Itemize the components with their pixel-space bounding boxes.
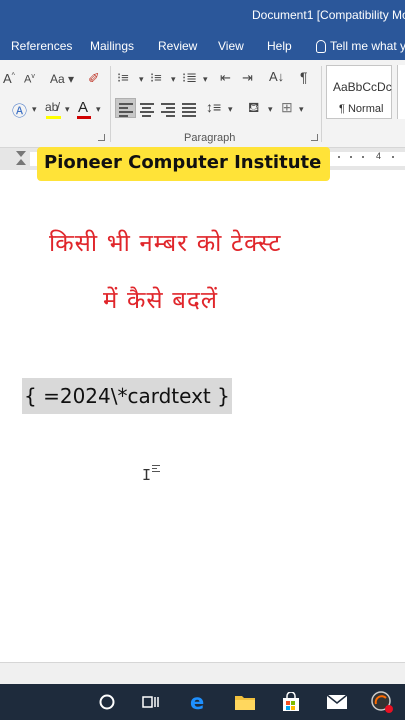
decrease-indent-icon[interactable]: ⇤: [220, 70, 231, 86]
tab-review[interactable]: Review: [158, 39, 197, 53]
ruler-tick: [350, 156, 352, 158]
text-effects-icon[interactable]: Ⓐ: [12, 100, 27, 121]
bullets-icon[interactable]: ⁝≡: [117, 70, 129, 86]
style-normal-tile[interactable]: AaBbCcDc ¶ Normal: [326, 65, 392, 119]
align-right-icon[interactable]: [161, 103, 175, 119]
highlight-color-bar: [46, 116, 61, 119]
indent-marker-icon[interactable]: [16, 151, 26, 167]
bullets-dropdown-icon[interactable]: ▾: [139, 74, 144, 85]
shrink-font-button[interactable]: Av: [24, 73, 35, 86]
tab-help[interactable]: Help: [267, 39, 292, 53]
tab-mailings[interactable]: Mailings: [90, 39, 134, 53]
ribbon-separator: [110, 66, 111, 142]
field-code[interactable]: { =2024\*cardtext }: [22, 378, 232, 414]
window-title: Document1 [Compatibility Mode]: [252, 8, 405, 22]
text-cursor-icon: I: [142, 466, 152, 484]
ruler-tick: [362, 156, 364, 158]
shading-icon[interactable]: ⛾: [248, 99, 259, 118]
paragraph-group-label: Paragraph: [184, 132, 236, 144]
change-case-label: Aa: [50, 72, 65, 86]
click-and-type-icon: [152, 465, 160, 474]
store-icon[interactable]: [279, 690, 303, 714]
cortana-icon[interactable]: [95, 690, 119, 714]
align-left-active-icon[interactable]: [119, 103, 133, 119]
file-explorer-icon[interactable]: [233, 690, 257, 714]
change-case-button[interactable]: Aa ▾: [50, 72, 74, 86]
tab-references[interactable]: References: [11, 39, 72, 53]
banner-text: Pioneer Computer Institute: [44, 152, 322, 173]
grow-font-label: A: [3, 71, 12, 86]
numbering-dropdown-icon[interactable]: ▾: [171, 74, 176, 85]
style-name: ¶ Normal: [339, 103, 384, 115]
numbering-icon[interactable]: ⁝≡: [150, 70, 162, 86]
tell-me-search[interactable]: Tell me what you want to do: [316, 39, 405, 53]
tab-view[interactable]: View: [218, 39, 244, 53]
font-dialog-launcher-icon[interactable]: [98, 134, 105, 141]
styles-gallery-more[interactable]: [397, 65, 405, 119]
ruler-tick: [338, 156, 340, 158]
align-center-icon[interactable]: [140, 103, 154, 119]
clear-formatting-icon[interactable]: ✐: [88, 70, 100, 87]
mail-icon[interactable]: [325, 690, 349, 714]
line-spacing-icon[interactable]: ↕≡: [206, 99, 221, 115]
line-spacing-dropdown-icon[interactable]: ▾: [228, 104, 233, 115]
shading-dropdown-icon[interactable]: ▾: [268, 104, 273, 115]
style-preview-text: AaBbCcDc: [333, 80, 392, 94]
paragraph-dialog-launcher-icon[interactable]: [311, 134, 318, 141]
tell-me-label: Tell me what you want to do: [330, 39, 405, 53]
status-bar: [0, 662, 405, 684]
increase-indent-icon[interactable]: ⇥: [242, 70, 253, 86]
multilevel-dropdown-icon[interactable]: ▾: [203, 74, 208, 85]
highlight-icon[interactable]: ab̸: [45, 100, 58, 114]
font-color-bar: [77, 116, 91, 119]
windows-taskbar: e: [0, 684, 405, 720]
font-color-dropdown-icon[interactable]: ▾: [96, 104, 101, 115]
font-color-icon[interactable]: A: [78, 99, 88, 116]
multilevel-list-icon[interactable]: ⁝≣: [182, 70, 197, 86]
ruler-tick: [392, 156, 394, 158]
title-bar: Document1 [Compatibility Mode]: [0, 0, 405, 32]
ribbon-tabs: References Mailings Review View Help Tel…: [0, 32, 405, 60]
borders-icon[interactable]: ⊞: [281, 99, 293, 116]
borders-dropdown-icon[interactable]: ▾: [299, 104, 304, 115]
grow-font-button[interactable]: A^: [3, 71, 15, 86]
edge-icon[interactable]: e: [187, 690, 211, 714]
institute-banner: Pioneer Computer Institute: [37, 147, 330, 181]
svg-text:e: e: [190, 691, 204, 713]
ribbon-separator: [321, 66, 322, 142]
hindi-heading-line-2: में कैसे बदलें: [103, 286, 218, 314]
lightbulb-icon: [316, 39, 326, 53]
justify-icon[interactable]: [182, 103, 196, 119]
highlight-dropdown-icon[interactable]: ▾: [65, 104, 70, 115]
text-effects-dropdown-icon[interactable]: ▾: [32, 104, 37, 115]
sort-icon[interactable]: A↓: [269, 69, 284, 84]
show-formatting-marks-icon[interactable]: ¶: [300, 69, 308, 85]
task-view-icon[interactable]: [139, 690, 163, 714]
screen-recorder-icon[interactable]: [370, 690, 394, 714]
hindi-heading-line-1: किसी भी नम्बर को टेक्स्ट: [49, 229, 282, 257]
ruler-number: 4: [376, 151, 382, 161]
word-window: Document1 [Compatibility Mode] Reference…: [0, 0, 405, 720]
